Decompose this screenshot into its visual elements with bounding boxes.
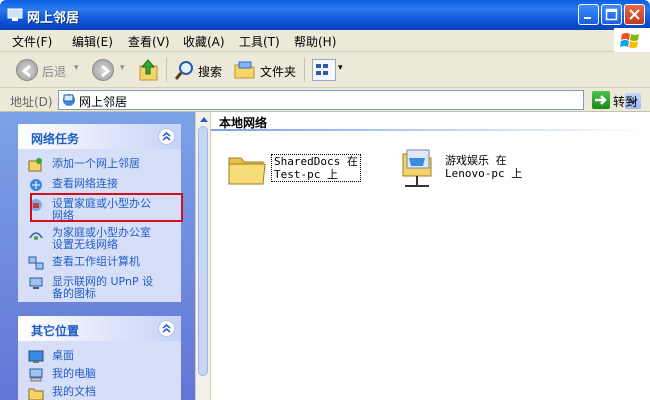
address-input[interactable]: 网上邻居 bbox=[58, 90, 641, 110]
network-places-icon bbox=[63, 94, 75, 106]
views-icon bbox=[316, 64, 328, 75]
address-bar: 地址(D) 网上邻居 转到 bbox=[0, 88, 650, 112]
title-bar[interactable]: 网上邻居 bbox=[0, 0, 650, 30]
collapse-button[interactable] bbox=[158, 320, 175, 337]
desktop-icon bbox=[28, 350, 44, 363]
forward-dropdown-icon[interactable]: ▾ bbox=[120, 63, 125, 73]
task-pane: 网络任务 添加一个网上邻居 查看网络连接 设置家庭或小型办公 网络 为家庭或小型… bbox=[0, 112, 195, 400]
window-title: 网上邻居 bbox=[27, 11, 80, 26]
toolbar-separator bbox=[304, 58, 305, 82]
menu-bar: 文件(F) 编辑(E) 查看(V) 收藏(A) 工具(T) 帮助(H) bbox=[0, 30, 650, 52]
menu-file[interactable]: 文件(F) bbox=[12, 33, 52, 50]
close-button[interactable] bbox=[624, 4, 645, 25]
maximize-icon bbox=[605, 8, 618, 21]
go-button[interactable] bbox=[592, 91, 610, 109]
add-network-place-icon bbox=[28, 158, 42, 172]
other-places-panel: 其它位置 桌面 我的电脑 我的文档 bbox=[18, 316, 181, 400]
menu-edit[interactable]: 编辑(E) bbox=[72, 33, 113, 50]
go-arrow-icon bbox=[595, 95, 607, 105]
back-button[interactable] bbox=[16, 59, 38, 81]
scrollbar-thumb[interactable] bbox=[198, 126, 208, 376]
other-places-header[interactable]: 其它位置 bbox=[18, 316, 181, 341]
forward-button[interactable] bbox=[92, 59, 114, 81]
network-places-icon bbox=[7, 8, 23, 21]
network-tasks-title: 网络任务 bbox=[31, 132, 80, 146]
folders-icon[interactable] bbox=[234, 60, 256, 80]
my-documents-icon bbox=[28, 388, 44, 400]
views-button[interactable] bbox=[312, 59, 336, 81]
upnp-device-icon bbox=[29, 277, 43, 289]
views-dropdown-icon[interactable]: ▾ bbox=[338, 63, 343, 73]
chevron-up-icon bbox=[162, 132, 171, 141]
content-area: 本地网络 SharedDocs 在 Test-pc 上 游戏娱乐 在 Lenov… bbox=[211, 112, 650, 400]
back-dropdown-icon[interactable]: ▾ bbox=[74, 63, 79, 73]
menu-view[interactable]: 查看(V) bbox=[128, 33, 170, 50]
other-places-title: 其它位置 bbox=[31, 324, 80, 338]
back-arrow-icon bbox=[21, 64, 31, 78]
address-value: 网上邻居 bbox=[79, 95, 128, 109]
minimize-button[interactable] bbox=[578, 4, 599, 25]
forward-arrow-icon bbox=[101, 64, 111, 78]
maximize-button[interactable] bbox=[601, 4, 622, 25]
windows-flag-icon bbox=[620, 33, 639, 48]
highlight-box bbox=[30, 193, 183, 222]
search-label[interactable]: 搜索 bbox=[198, 63, 222, 80]
network-tasks-header[interactable]: 网络任务 bbox=[18, 124, 181, 149]
close-icon bbox=[629, 9, 640, 20]
back-label: 后退 bbox=[42, 65, 67, 79]
chevron-up-icon bbox=[162, 324, 171, 333]
menu-help[interactable]: 帮助(H) bbox=[294, 33, 336, 50]
toolbar: 后退 ▾ ▾ 搜索 文件夹 ▾ bbox=[0, 52, 650, 88]
minimize-icon bbox=[584, 17, 591, 19]
shared-docs-item[interactable]: SharedDocs 在 Test-pc 上 bbox=[227, 148, 367, 192]
scroll-up-arrow-icon[interactable] bbox=[199, 115, 209, 123]
menu-tools[interactable]: 工具(T) bbox=[239, 33, 280, 50]
up-folder-icon[interactable] bbox=[138, 58, 160, 82]
address-label: 地址(D) bbox=[10, 95, 53, 109]
shared-folder-icon bbox=[228, 157, 266, 185]
my-computer-icon bbox=[29, 368, 43, 382]
shared-docs-label: SharedDocs 在 Test-pc 上 bbox=[271, 154, 361, 182]
workgroup-computers-icon bbox=[28, 256, 44, 270]
wireless-network-icon bbox=[29, 232, 43, 240]
network-share-icon bbox=[402, 149, 432, 187]
windows-logo bbox=[614, 28, 650, 54]
game-share-label: 游戏娱乐 在 Lenovo-pc 上 bbox=[445, 154, 523, 180]
game-share-item[interactable]: 游戏娱乐 在 Lenovo-pc 上 bbox=[399, 146, 529, 194]
toolbar-separator bbox=[166, 58, 167, 82]
network-connections-icon bbox=[30, 179, 42, 191]
search-icon[interactable] bbox=[174, 59, 196, 81]
folders-label[interactable]: 文件夹 bbox=[260, 63, 296, 80]
collapse-button[interactable] bbox=[158, 128, 175, 145]
go-label[interactable]: 转到 bbox=[613, 93, 637, 110]
group-divider bbox=[211, 129, 650, 131]
pane-splitter[interactable] bbox=[195, 112, 211, 400]
menu-favorites[interactable]: 收藏(A) bbox=[183, 33, 225, 50]
